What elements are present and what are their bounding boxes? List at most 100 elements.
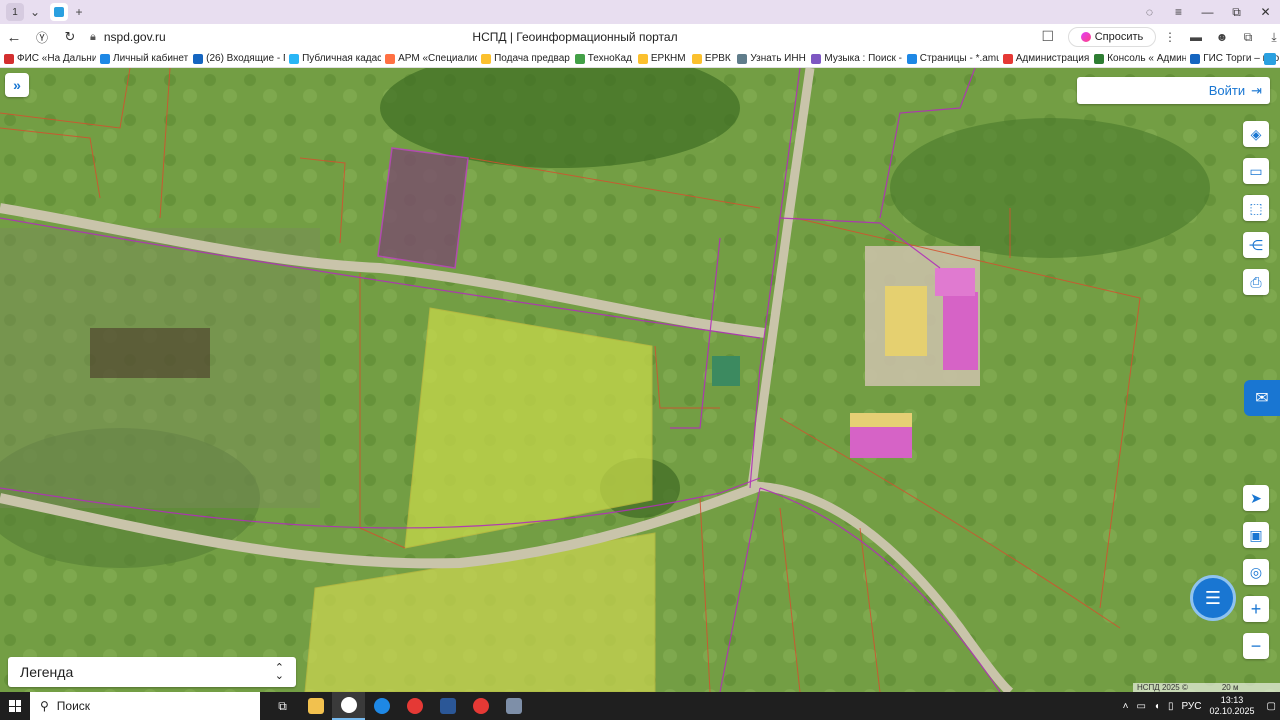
bookmark-favicon-icon bbox=[289, 53, 300, 64]
bookmark-label: ФИС «На Дальни bbox=[17, 53, 96, 64]
bookmark-item[interactable]: Публичная кадас bbox=[285, 53, 381, 64]
satellite-map bbox=[0, 68, 1280, 692]
menu-icon[interactable]: ≡ bbox=[1164, 0, 1193, 24]
language-indicator[interactable]: РУС bbox=[1181, 701, 1201, 712]
word-app[interactable] bbox=[431, 692, 464, 720]
location-pin-icon: ◎ bbox=[1249, 563, 1263, 580]
volume-icon[interactable]: ◖ bbox=[1154, 701, 1160, 712]
measure-button[interactable]: ▭ bbox=[1243, 158, 1269, 184]
bookmark-item[interactable]: Администрация bbox=[999, 53, 1090, 64]
bookmark-label: Узнать ИНН bbox=[750, 53, 806, 64]
support-button[interactable]: ✉ bbox=[1244, 380, 1280, 416]
yandex-icon[interactable]: Ⓨ bbox=[28, 24, 56, 50]
chrome-app[interactable] bbox=[365, 692, 398, 720]
scale-bar: 20 м bbox=[1215, 683, 1245, 693]
battery-icon[interactable]: ▯ bbox=[1168, 701, 1174, 712]
start-button[interactable] bbox=[0, 692, 30, 720]
bookmark-label: Подача предвар bbox=[494, 53, 570, 64]
select-area-button[interactable]: ⬚ bbox=[1243, 195, 1269, 221]
network-icon[interactable]: ▭ bbox=[1136, 701, 1145, 712]
opera-app[interactable] bbox=[464, 692, 497, 720]
geolocation-button[interactable]: ➤ bbox=[1243, 485, 1269, 511]
chat-bubble-icon: ☰ bbox=[1204, 587, 1222, 608]
location-search-button[interactable]: ◎ bbox=[1243, 559, 1269, 585]
restore-button[interactable]: ⧉ bbox=[1222, 0, 1251, 24]
more-icon[interactable]: ⋮ bbox=[1160, 27, 1180, 47]
share-button[interactable]: ⋲ bbox=[1243, 232, 1269, 258]
close-button[interactable]: ✕ bbox=[1251, 0, 1280, 24]
active-tab[interactable] bbox=[50, 3, 68, 21]
bookmark-item[interactable]: Узнать ИНН bbox=[733, 53, 807, 64]
alice-icon bbox=[1080, 32, 1091, 42]
collections-icon[interactable]: ⧉ bbox=[1238, 27, 1258, 47]
chevron-up-icon[interactable]: ˄ bbox=[1123, 701, 1129, 712]
map-view[interactable] bbox=[0, 68, 1280, 692]
bookmark-label: (26) Входящие - Г bbox=[206, 53, 286, 64]
system-tray: ˄ ▭ ◖ ▯ РУС 13:13 02.10.2025 ▢ bbox=[1119, 692, 1280, 720]
clock-time: 13:13 bbox=[1220, 695, 1244, 705]
bookmark-item[interactable]: ФИС «На Дальни bbox=[0, 53, 96, 64]
bookmark-item[interactable]: Подача предвар bbox=[477, 53, 571, 64]
bookmark-favicon-icon bbox=[691, 53, 702, 64]
taskbar-search[interactable]: ⚲ Поиск bbox=[30, 692, 260, 720]
login-button[interactable]: Войти ⇥ bbox=[1077, 77, 1270, 104]
back-icon[interactable]: ← bbox=[0, 24, 28, 50]
bookmark-item[interactable]: ТехноКад bbox=[571, 53, 634, 64]
bookmark-item[interactable]: ЕРВК bbox=[688, 53, 733, 64]
bookmark-item[interactable]: (26) Входящие - Г bbox=[189, 53, 285, 64]
bookmark-favicon-icon bbox=[1002, 53, 1013, 64]
image-viewer-app[interactable] bbox=[497, 692, 530, 720]
bookmark-favicon-icon bbox=[737, 53, 748, 64]
bookmark-item[interactable]: АРМ «Специалис bbox=[381, 53, 477, 64]
login-icon: ⇥ bbox=[1251, 82, 1262, 98]
layers-button[interactable]: ◈ bbox=[1243, 121, 1269, 147]
url-field[interactable]: 🔒︎ nspd.gov.ru НСПД | Геоинформационный … bbox=[90, 26, 1060, 48]
bookmark-favicon-icon bbox=[1094, 53, 1105, 64]
browser-titlebar: 1 ⌄ + ◌ ≡ — ⧉ ✕ bbox=[0, 0, 1280, 24]
ask-button[interactable]: Спросить bbox=[1068, 27, 1156, 47]
clock[interactable]: 13:13 02.10.2025 bbox=[1210, 695, 1255, 717]
bookmark-item[interactable]: ЕРКНМ bbox=[634, 53, 688, 64]
yandex-browser-app[interactable] bbox=[332, 692, 365, 720]
explorer-app[interactable] bbox=[299, 692, 332, 720]
extension-icon[interactable]: ▬ bbox=[1186, 27, 1206, 47]
yandex-app[interactable] bbox=[398, 692, 431, 720]
bookmark-item[interactable]: Консоль « Админ bbox=[1090, 53, 1186, 64]
notifications-icon[interactable]: ▢ bbox=[1267, 701, 1276, 712]
site-favicon-icon bbox=[54, 7, 64, 17]
legend-label: Легенда bbox=[20, 664, 74, 680]
new-tab-button[interactable]: + bbox=[68, 2, 90, 22]
ruler-icon: ▭ bbox=[1249, 162, 1263, 179]
bookmark-label: Консоль « Админ bbox=[1107, 53, 1187, 64]
bookmark-item[interactable]: Личный кабинет bbox=[96, 53, 189, 64]
bookmark-favicon-icon bbox=[574, 53, 585, 64]
print-button[interactable]: ⎙ bbox=[1243, 269, 1269, 295]
bookmark-favicon-icon bbox=[100, 53, 110, 64]
bookmarks-overflow-icon[interactable] bbox=[1264, 53, 1276, 65]
bookmark-label: ТехноКад bbox=[587, 53, 632, 64]
legend-selector[interactable]: Легенда ⌃ ⌄ bbox=[8, 657, 296, 687]
bookmark-label: Администрация bbox=[1015, 53, 1090, 64]
task-view-icon: ⧉ bbox=[278, 698, 287, 713]
zoom-out-button[interactable]: − bbox=[1243, 633, 1269, 659]
zoom-in-button[interactable]: + bbox=[1243, 596, 1269, 622]
bookmark-item[interactable]: Музыка : Поиск - bbox=[807, 53, 902, 64]
expand-panel-button[interactable]: » bbox=[5, 73, 29, 97]
support-chat-icon: ✉ bbox=[1255, 390, 1269, 407]
bookmarks-bar: ФИС «На Дальни Личный кабинет (26) Входящи… bbox=[0, 50, 1280, 68]
minimap-button[interactable]: ▣ bbox=[1243, 522, 1269, 548]
task-view-button[interactable]: ⧉ bbox=[266, 692, 299, 720]
chat-button[interactable]: ☰ bbox=[1190, 575, 1236, 621]
bookmark-item[interactable]: Страницы - *.amu bbox=[903, 53, 999, 64]
bookmark-icon[interactable]: ☐ bbox=[1041, 28, 1054, 45]
reload-icon[interactable]: ↻ bbox=[56, 24, 84, 50]
download-icon[interactable]: ⤓ bbox=[1264, 27, 1280, 47]
tabs-dropdown-icon[interactable]: ⌄ bbox=[24, 2, 46, 22]
tab-counter[interactable]: 1 bbox=[6, 3, 24, 21]
profile-icon[interactable]: ◌ bbox=[1135, 0, 1164, 24]
minimize-button[interactable]: — bbox=[1193, 0, 1222, 24]
attribution-text: НСПД 2025 © bbox=[1137, 683, 1188, 692]
bookmark-label: Публичная кадас bbox=[302, 53, 382, 64]
avatar-icon[interactable]: ☻ bbox=[1212, 27, 1232, 47]
bookmark-label: АРМ «Специалис bbox=[398, 53, 478, 64]
